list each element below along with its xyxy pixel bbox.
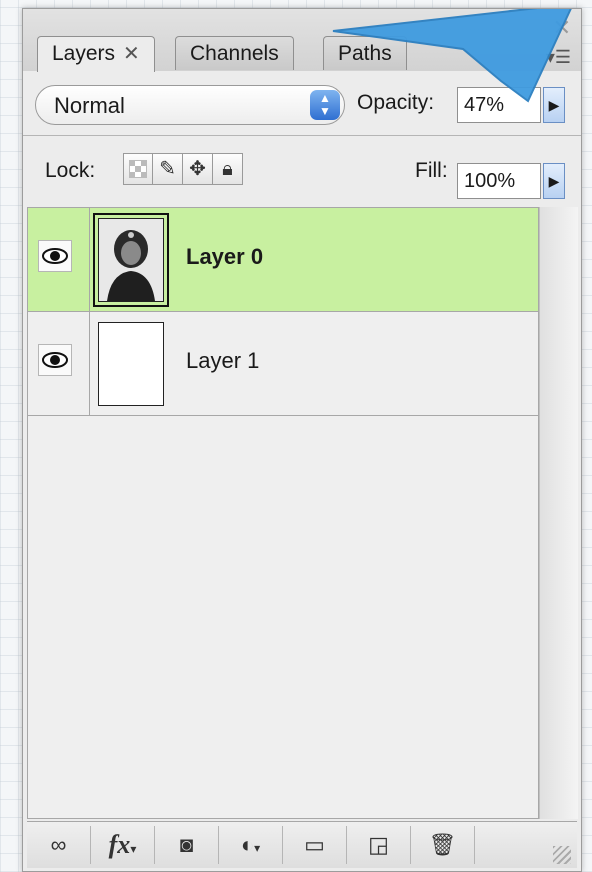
lock-label: Lock:: [45, 159, 96, 182]
visibility-cell: [28, 312, 90, 415]
tab-channels-label: Channels: [190, 42, 279, 65]
mask-icon: ◙: [179, 832, 194, 857]
tab-layers[interactable]: Layers ✕: [37, 36, 155, 72]
lock-transparent-pixels-icon[interactable]: [123, 153, 153, 185]
link-icon: ∞: [50, 832, 67, 857]
fx-icon: fx: [108, 830, 131, 859]
checker-icon: [128, 159, 148, 179]
eye-icon: [42, 248, 68, 264]
lock-all-padlock-icon[interactable]: 🔒︎: [213, 153, 243, 185]
tab-layers-label: Layers: [52, 42, 116, 65]
layer-name: Layer 0: [186, 244, 264, 269]
fill-label: Fill:: [415, 159, 448, 182]
delete-layer-button[interactable]: 🗑︎: [411, 826, 475, 864]
new-layer-icon: ◲: [368, 832, 389, 857]
callout-arrow-icon: [332, 9, 572, 103]
lock-position-move-icon[interactable]: ✥: [183, 153, 213, 185]
eye-visibility-icon[interactable]: [38, 344, 72, 376]
tab-channels[interactable]: Channels: [175, 36, 294, 70]
half-circle-icon: ◐: [240, 832, 255, 857]
eye-icon: [42, 352, 68, 368]
trash-icon: 🗑︎: [428, 832, 457, 857]
layers-scrollbar[interactable]: [539, 207, 578, 819]
resize-grip-icon[interactable]: [553, 846, 571, 864]
layers-panel: Layers✕ Channels Paths ✕ ▾☰ Normal ▲▼ Op…: [22, 8, 582, 872]
close-icon[interactable]: ✕: [123, 43, 140, 65]
lock-fill-row: Lock: ✎ ✥ 🔒︎ Fill: 100% ▶: [23, 135, 581, 207]
layer-row-layer-0[interactable]: Layer 0: [28, 208, 538, 312]
fill-slider-arrow-icon[interactable]: ▶: [543, 163, 565, 199]
blend-mode-value: Normal: [54, 93, 125, 118]
layer-thumbnail-blank: [98, 322, 164, 406]
visibility-cell: [28, 208, 90, 311]
layers-bottom-toolbar: ∞ fx▾ ◙ ◐▾ ▭ ◲ 🗑︎: [27, 821, 577, 868]
eye-visibility-icon[interactable]: [38, 240, 72, 272]
layer-row-layer-1[interactable]: Layer 1: [28, 312, 538, 416]
blend-mode-select[interactable]: Normal ▲ ▼: [35, 85, 345, 125]
portrait-image-icon: [99, 219, 163, 301]
layer-name: Layer 1: [186, 348, 260, 373]
layer-style-button[interactable]: fx▾: [91, 826, 155, 864]
add-mask-button[interactable]: ◙: [155, 826, 219, 864]
link-layers-button[interactable]: ∞: [27, 826, 91, 864]
adjustment-layer-button[interactable]: ◐▾: [219, 826, 283, 864]
layer-thumbnail-portrait: [93, 213, 169, 307]
lock-image-pixels-brush-icon[interactable]: ✎: [153, 153, 183, 185]
layers-list: Layer 0 Layer 1: [27, 207, 539, 819]
new-group-button[interactable]: ▭: [283, 826, 347, 864]
new-layer-button[interactable]: ◲: [347, 826, 411, 864]
fill-input[interactable]: 100%: [457, 163, 541, 199]
folder-icon: ▭: [304, 832, 325, 857]
